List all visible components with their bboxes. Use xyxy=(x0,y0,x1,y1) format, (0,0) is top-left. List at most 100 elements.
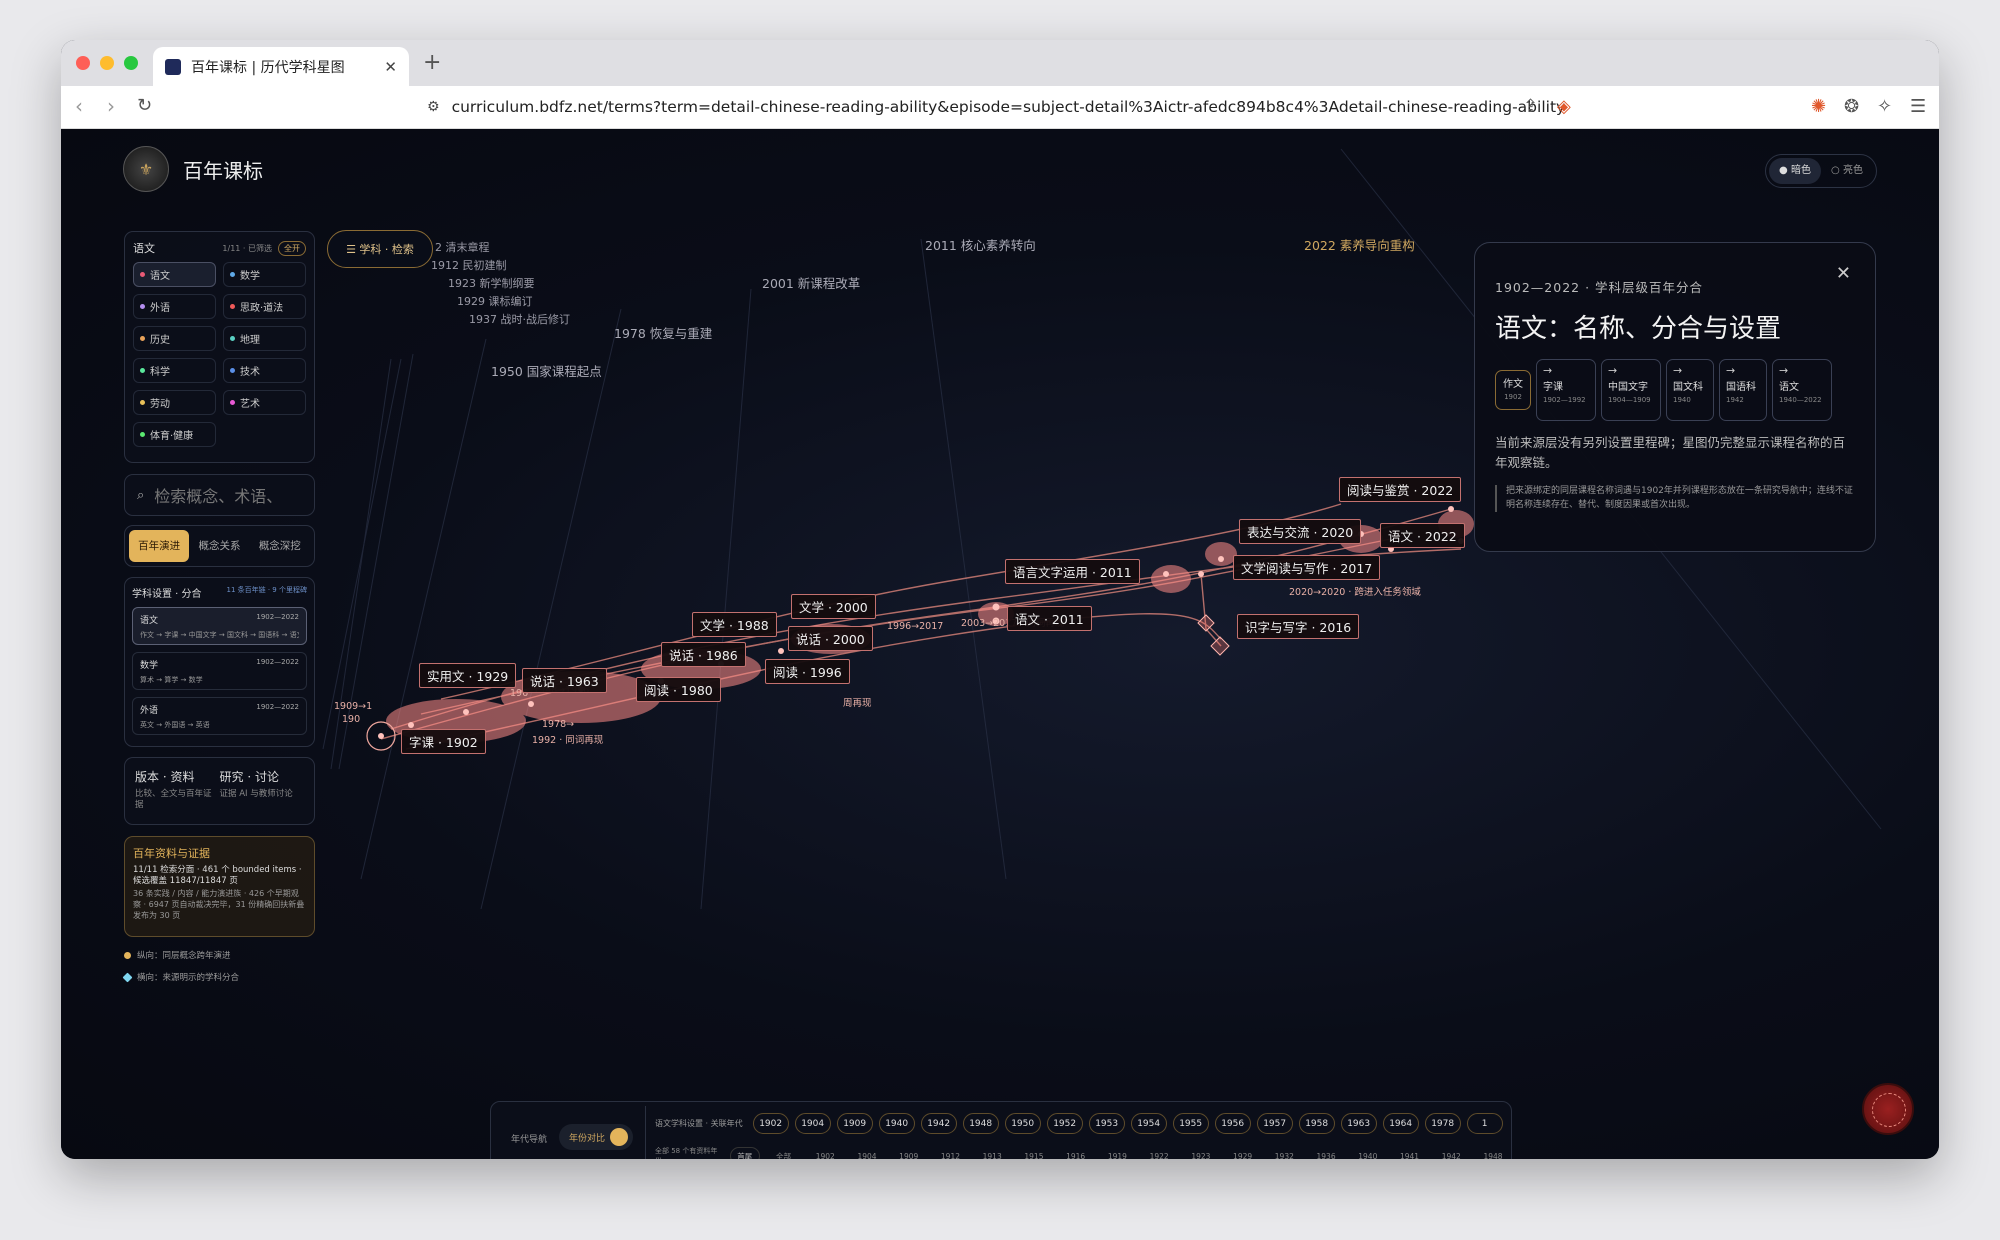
subject-filter-item[interactable]: 劳动 xyxy=(133,390,216,415)
seal-button[interactable] xyxy=(1862,1083,1914,1135)
tab-concept-relations[interactable]: 概念关系 xyxy=(189,530,249,562)
year-pill[interactable]: 1936 xyxy=(1308,1147,1344,1160)
share-icon[interactable]: ⇪ xyxy=(1523,96,1538,117)
year-pill[interactable]: 1963 xyxy=(1340,1113,1377,1134)
era-label[interactable]: 1937 战时·战后修订 xyxy=(469,311,570,327)
subject-filter-item[interactable]: 艺术 xyxy=(223,390,306,415)
era-label[interactable]: 2001 新课程改革 xyxy=(762,273,860,292)
list-item[interactable]: 数学 1902—2022 算术 → 算学 → 数学 xyxy=(132,652,307,690)
subject-filter-item[interactable]: 技术 xyxy=(223,358,306,383)
year-pill[interactable]: 1953 xyxy=(1088,1113,1125,1134)
concept-node[interactable]: 阅读 · 1980 xyxy=(636,677,721,702)
year-pill[interactable]: 1958 xyxy=(1298,1113,1335,1134)
tab-close-icon[interactable]: ✕ xyxy=(384,58,397,76)
concept-node[interactable]: 识字与写字 · 2016 xyxy=(1237,614,1360,639)
era-label[interactable]: 2011 核心素养转向 xyxy=(925,235,1036,254)
name-chip[interactable]: → 字课 1902—1992 xyxy=(1536,359,1596,421)
subject-filter-item[interactable]: 历史 xyxy=(133,326,216,351)
year-pill[interactable]: 1932 xyxy=(1266,1147,1302,1160)
puzzle-icon[interactable]: ✧ xyxy=(1877,96,1892,117)
year-pill[interactable]: 1922 xyxy=(1141,1147,1177,1160)
browser-tab[interactable]: 百年课标 | 历代学科星图 ✕ xyxy=(153,47,409,86)
concept-node[interactable]: 语言文字运用 · 2011 xyxy=(1005,559,1140,584)
year-pill[interactable]: 1955 xyxy=(1172,1113,1209,1134)
year-pill[interactable]: 1923 xyxy=(1183,1147,1219,1160)
name-chip[interactable]: 作文 1902 xyxy=(1495,370,1531,410)
year-pill[interactable]: 1902 xyxy=(752,1113,789,1134)
select-all-button[interactable]: 全开 xyxy=(278,240,306,256)
year-pill[interactable]: 1952 xyxy=(1046,1113,1083,1134)
year-pill[interactable]: 1902 xyxy=(807,1147,843,1160)
new-tab-button[interactable]: + xyxy=(423,50,441,75)
year-pill[interactable]: 1909 xyxy=(891,1147,927,1160)
era-label[interactable]: 2022 素养导向重构 xyxy=(1304,235,1415,254)
tab-concept-deep-dive[interactable]: 概念深挖 xyxy=(250,530,310,562)
theme-dark-option[interactable]: ● 暗色 xyxy=(1769,158,1821,184)
list-item[interactable]: 语文 1902—2022 作文 → 字课 → 中国文字 → 国文科 → 国语科 →… xyxy=(132,607,307,645)
extension-icon[interactable]: ❂ xyxy=(1844,96,1859,117)
year-pill[interactable]: 1912 xyxy=(933,1147,969,1160)
brand[interactable]: ⚜ 百年课标 xyxy=(123,146,263,192)
year-pill[interactable]: 1950 xyxy=(1004,1113,1041,1134)
concept-node[interactable]: 字课 · 1902 xyxy=(401,729,486,754)
close-icon[interactable]: ✕ xyxy=(1836,263,1851,284)
year-pill[interactable]: 1909 xyxy=(836,1113,873,1134)
concept-node[interactable]: 文学 · 1988 xyxy=(692,612,777,637)
era-label[interactable]: 1912 民初建制 xyxy=(431,257,507,273)
year-pill[interactable]: 1929 xyxy=(1225,1147,1261,1160)
concept-node[interactable]: 说话 · 1963 xyxy=(522,668,607,693)
close-window-button[interactable] xyxy=(76,56,90,70)
year-pill[interactable]: 1941 xyxy=(1392,1147,1428,1160)
reload-icon[interactable]: ↻ xyxy=(137,95,152,116)
name-chip[interactable]: → 语文 1940—2022 xyxy=(1772,359,1832,421)
subject-filter-item[interactable]: 数学 xyxy=(223,262,306,287)
concept-node[interactable]: 说话 · 1986 xyxy=(661,642,746,667)
year-pill[interactable]: 1940 xyxy=(1350,1147,1386,1160)
year-pill[interactable]: 1964 xyxy=(1382,1113,1419,1134)
subject-filter-item[interactable]: 思政·道法 xyxy=(223,294,306,319)
subject-filter-item[interactable]: 语文 xyxy=(133,262,216,287)
subject-filter-item[interactable]: 外语 xyxy=(133,294,216,319)
name-chip[interactable]: → 国文科 1940 xyxy=(1666,359,1714,421)
name-chip[interactable]: → 中国文字 1904—1909 xyxy=(1601,359,1661,421)
evidence-card[interactable]: 百年资料与证据 11/11 检索分面 · 461 个 bounded items… xyxy=(124,836,315,937)
theme-toggle[interactable]: ● 暗色 ○ 亮色 xyxy=(1765,154,1877,188)
era-label[interactable]: 1929 课标编订 xyxy=(457,293,533,309)
year-pill[interactable]: 1913 xyxy=(974,1147,1010,1160)
year-pill[interactable]: 1948 xyxy=(1475,1147,1511,1160)
year-pill[interactable]: 1942 xyxy=(920,1113,957,1134)
year-pill[interactable]: 1956 xyxy=(1214,1113,1251,1134)
year-pill[interactable]: 1915 xyxy=(1016,1147,1052,1160)
list-item[interactable]: 外语 1902—2022 英文 → 外国语 → 英语 xyxy=(132,697,307,735)
brave-shield-icon[interactable]: ◈ xyxy=(1557,96,1571,117)
concept-node[interactable]: 实用文 · 1929 xyxy=(419,663,517,688)
year-pill[interactable]: 1940 xyxy=(878,1113,915,1134)
era-label[interactable]: 1950 国家课程起点 xyxy=(491,361,602,380)
address-bar[interactable]: ⚙ curriculum.bdfz.net/terms?term=detail-… xyxy=(413,91,1703,123)
era-label[interactable]: 2 清末章程 xyxy=(435,239,490,255)
concept-node[interactable]: 文学 · 2000 xyxy=(791,594,876,619)
concept-node[interactable]: 阅读与鉴赏 · 2022 xyxy=(1339,477,1462,502)
research-link[interactable]: 研究 · 讨论 证据 AI 与教师讨论 xyxy=(220,768,305,814)
subject-filter-item[interactable]: 体育·健康 xyxy=(133,422,216,447)
search-input[interactable]: ⌕ 检索概念、术语、 xyxy=(124,474,315,516)
year-pill[interactable]: 1978 xyxy=(1424,1113,1461,1134)
year-pill[interactable]: 1948 xyxy=(962,1113,999,1134)
site-settings-icon[interactable]: ⚙ xyxy=(427,99,440,115)
all-filter-button[interactable]: 全部 xyxy=(766,1147,802,1160)
concept-node[interactable]: 语文 · 2022 xyxy=(1380,523,1465,548)
concept-node[interactable]: 语文 · 2011 xyxy=(1007,606,1092,631)
concept-node[interactable]: 说话 · 2000 xyxy=(788,626,873,651)
back-icon[interactable]: ‹ xyxy=(75,94,83,118)
year-pill[interactable]: 1916 xyxy=(1058,1147,1094,1160)
concept-node[interactable]: 文学阅读与写作 · 2017 xyxy=(1233,555,1381,580)
year-pill[interactable]: 1904 xyxy=(794,1113,831,1134)
subject-filter-item[interactable]: 科学 xyxy=(133,358,216,383)
tab-century-evolution[interactable]: 百年演进 xyxy=(129,530,190,562)
subject-search-chip[interactable]: ☰ 学科 · 检索 xyxy=(327,230,433,268)
rewards-icon[interactable]: ✺ xyxy=(1811,96,1826,117)
era-label[interactable]: 1923 新学制纲要 xyxy=(448,275,535,291)
year-pill[interactable]: 1942 xyxy=(1433,1147,1469,1160)
name-chip[interactable]: → 国语科 1942 xyxy=(1719,359,1767,421)
year-pill[interactable]: 1919 xyxy=(1100,1147,1136,1160)
